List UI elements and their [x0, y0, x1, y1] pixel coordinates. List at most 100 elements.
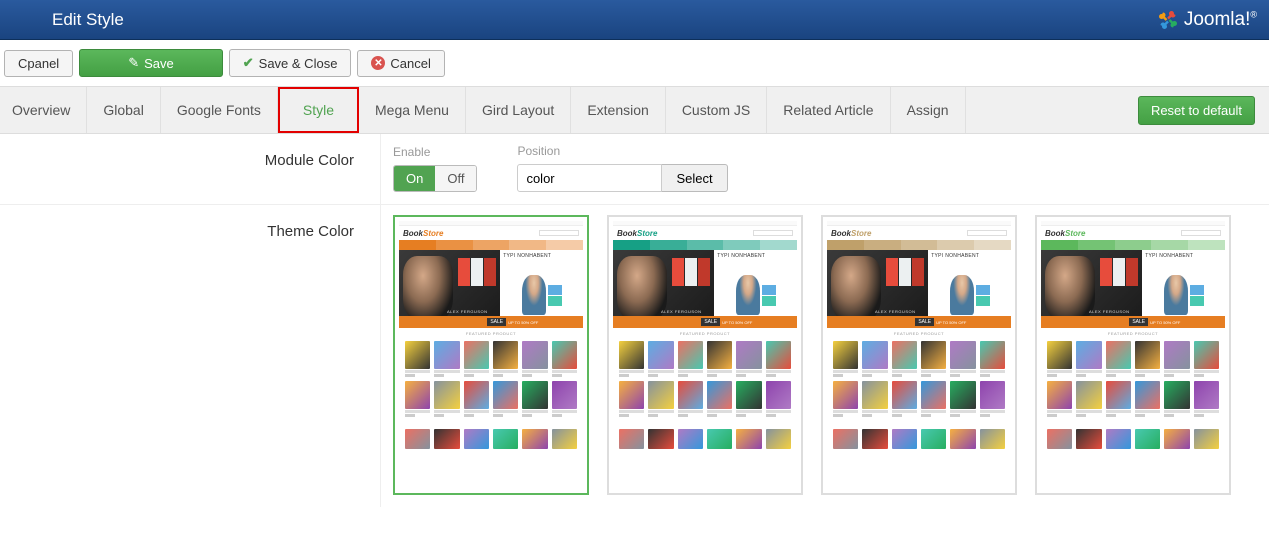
preview-book: [736, 429, 761, 449]
content: Module Color Enable On Off Position Sele…: [0, 134, 1269, 507]
check-icon: ✔: [243, 55, 254, 71]
preview-book: [552, 381, 577, 417]
preview-book: [707, 341, 732, 377]
tab-style[interactable]: Style: [278, 87, 359, 133]
preview-book: [1047, 381, 1072, 417]
preview-book: [678, 341, 703, 377]
theme-color-label: Theme Color: [0, 205, 380, 507]
enable-toggle[interactable]: On Off: [393, 165, 477, 192]
preview-book: [1135, 381, 1160, 417]
preview-book: [1164, 341, 1189, 377]
save-close-button[interactable]: ✔ Save & Close: [229, 49, 352, 77]
tab-custom-js[interactable]: Custom JS: [666, 87, 767, 133]
preview-book: [892, 429, 917, 449]
themes-grid: BookStoreALEX FERGUSONTYPI NONHABENTSALE…: [393, 215, 1257, 495]
tab-gird-layout[interactable]: Gird Layout: [466, 87, 571, 133]
preview-book: [552, 341, 577, 377]
preview-book: [833, 341, 858, 377]
theme-color-row: Theme Color BookStoreALEX FERGUSONTYPI N…: [0, 205, 1269, 507]
toggle-off[interactable]: Off: [435, 166, 476, 191]
preview-book: [405, 429, 430, 449]
preview-book: [833, 381, 858, 417]
preview-book: [405, 341, 430, 377]
preview-book: [1106, 381, 1131, 417]
toolbar: Cpanel ✎ Save ✔ Save & Close ✕ Cancel: [0, 40, 1269, 86]
theme-preview: BookStoreALEX FERGUSONTYPI NONHABENTSALE…: [613, 221, 797, 489]
theme-option-2[interactable]: BookStoreALEX FERGUSONTYPI NONHABENTSALE…: [821, 215, 1017, 495]
preview-book: [980, 429, 1005, 449]
preview-book: [766, 341, 791, 377]
preview-book: [1135, 429, 1160, 449]
preview-book: [862, 381, 887, 417]
tabs: OverviewGlobalGoogle FontsStyleMega Menu…: [0, 87, 966, 133]
position-label: Position: [517, 144, 727, 158]
tab-google-fonts[interactable]: Google Fonts: [161, 87, 278, 133]
theme-preview: BookStoreALEX FERGUSONTYPI NONHABENTSALE…: [1041, 221, 1225, 489]
tabs-bar: OverviewGlobalGoogle FontsStyleMega Menu…: [0, 86, 1269, 134]
select-button[interactable]: Select: [662, 164, 727, 192]
preview-book: [1076, 429, 1101, 449]
tab-overview[interactable]: Overview: [0, 87, 87, 133]
preview-book: [1047, 341, 1072, 377]
position-input[interactable]: [517, 164, 662, 192]
preview-book: [736, 341, 761, 377]
cancel-label: Cancel: [390, 56, 430, 71]
tab-mega-menu[interactable]: Mega Menu: [359, 87, 466, 133]
preview-book: [1135, 341, 1160, 377]
cancel-button[interactable]: ✕ Cancel: [357, 50, 444, 77]
preview-book: [833, 429, 858, 449]
brand-text: Joomla!®: [1184, 9, 1257, 31]
tab-assign[interactable]: Assign: [891, 87, 966, 133]
preview-book: [619, 429, 644, 449]
cpanel-button[interactable]: Cpanel: [4, 50, 73, 77]
preview-book: [522, 341, 547, 377]
preview-book: [619, 341, 644, 377]
preview-book: [464, 341, 489, 377]
preview-book: [862, 429, 887, 449]
theme-option-3[interactable]: BookStoreALEX FERGUSONTYPI NONHABENTSALE…: [1035, 215, 1231, 495]
preview-book: [493, 429, 518, 449]
preview-book: [434, 341, 459, 377]
preview-book: [1164, 429, 1189, 449]
preview-book: [678, 429, 703, 449]
preview-book: [766, 429, 791, 449]
enable-label: Enable: [393, 145, 477, 159]
joomla-icon: [1158, 10, 1178, 30]
preview-book: [1164, 381, 1189, 417]
joomla-brand: Joomla!®: [1158, 9, 1257, 31]
tab-extension[interactable]: Extension: [571, 87, 665, 133]
save-button[interactable]: ✎ Save: [79, 49, 223, 77]
preview-book: [552, 429, 577, 449]
preview-book: [921, 381, 946, 417]
preview-book: [522, 429, 547, 449]
preview-book: [493, 341, 518, 377]
preview-book: [648, 429, 673, 449]
module-color-row: Module Color Enable On Off Position Sele…: [0, 134, 1269, 205]
tab-global[interactable]: Global: [87, 87, 160, 133]
preview-book: [522, 381, 547, 417]
reset-default-button[interactable]: Reset to default: [1138, 96, 1255, 125]
preview-book: [405, 381, 430, 417]
theme-option-0[interactable]: BookStoreALEX FERGUSONTYPI NONHABENTSALE…: [393, 215, 589, 495]
preview-book: [950, 341, 975, 377]
preview-book: [464, 381, 489, 417]
toggle-on[interactable]: On: [394, 166, 435, 191]
theme-color-body: BookStoreALEX FERGUSONTYPI NONHABENTSALE…: [380, 205, 1269, 507]
preview-book: [1194, 341, 1219, 377]
module-color-label: Module Color: [0, 134, 380, 204]
preview-book: [921, 341, 946, 377]
preview-book: [892, 341, 917, 377]
preview-book: [950, 429, 975, 449]
preview-book: [1194, 381, 1219, 417]
theme-option-1[interactable]: BookStoreALEX FERGUSONTYPI NONHABENTSALE…: [607, 215, 803, 495]
preview-book: [619, 381, 644, 417]
preview-book: [493, 381, 518, 417]
position-group: Position Select: [517, 144, 727, 192]
module-color-body: Enable On Off Position Select: [380, 134, 1269, 204]
preview-book: [921, 429, 946, 449]
preview-book: [464, 429, 489, 449]
preview-book: [892, 381, 917, 417]
preview-book: [434, 429, 459, 449]
cancel-icon: ✕: [371, 56, 385, 70]
tab-related-article[interactable]: Related Article: [767, 87, 890, 133]
